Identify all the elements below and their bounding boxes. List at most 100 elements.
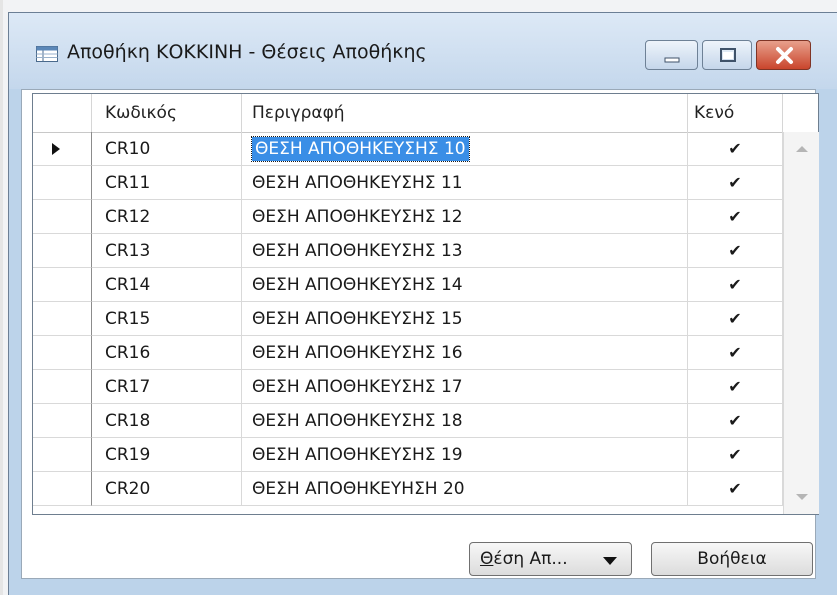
cell-code[interactable]: CR12 — [92, 200, 242, 234]
table-row[interactable]: CR10 ΘΕΣΗ ΑΠΟΘΗΚΕΥΣΗΣ 10 ✔ — [33, 132, 783, 166]
cell-description-text: ΘΕΣΗ ΑΠΟΘΗΚΕΥΣΗΣ 17 — [252, 377, 463, 397]
cell-description-text: ΘΕΣΗ ΑΠΟΘΗΚΕΥΣΗΣ 18 — [252, 411, 463, 431]
bin-menu-label: έση Απ... — [493, 549, 568, 569]
cell-description[interactable]: ΘΕΣΗ ΑΠΟΘΗΚΕΥΣΗΣ 14 — [242, 268, 688, 302]
table-row[interactable]: CR14 ΘΕΣΗ ΑΠΟΘΗΚΕΥΣΗΣ 14 ✔ — [33, 268, 783, 302]
cell-code[interactable]: CR20 — [92, 472, 242, 506]
checkmark-icon: ✔ — [728, 445, 742, 464]
cell-code[interactable]: CR11 — [92, 166, 242, 200]
table-row[interactable]: CR11 ΘΕΣΗ ΑΠΟΘΗΚΕΥΣΗΣ 11 ✔ — [33, 166, 783, 200]
table-form-icon — [36, 46, 58, 62]
checkmark-icon: ✔ — [728, 411, 742, 430]
row-selector[interactable] — [33, 336, 92, 370]
table-row[interactable]: CR16 ΘΕΣΗ ΑΠΟΘΗΚΕΥΣΗΣ 16 ✔ — [33, 336, 783, 370]
cell-description[interactable]: ΘΕΣΗ ΑΠΟΘΗΚΕΥΣΗΣ 17 — [242, 370, 688, 404]
cell-description[interactable]: ΘΕΣΗ ΑΠΟΘΗΚΕΥΗΣΗ 20 — [242, 472, 688, 506]
minimize-icon — [664, 57, 680, 63]
warehouse-bins-window: Αποθήκη ΚΟΚΚΙΝΗ - Θέσεις Αποθήκης Κωδικό… — [8, 12, 837, 595]
row-selector[interactable] — [33, 268, 92, 302]
cell-description[interactable]: ΘΕΣΗ ΑΠΟΘΗΚΕΥΣΗΣ 15 — [242, 302, 688, 336]
dropdown-arrow-icon — [603, 557, 617, 565]
cell-empty-checkbox[interactable]: ✔ — [688, 132, 783, 166]
table-row[interactable]: CR15 ΘΕΣΗ ΑΠΟΘΗΚΕΥΣΗΣ 15 ✔ — [33, 302, 783, 336]
checkmark-icon: ✔ — [728, 173, 742, 192]
cell-code[interactable]: CR17 — [92, 370, 242, 404]
close-button[interactable] — [756, 40, 811, 70]
checkmark-icon: ✔ — [728, 343, 742, 362]
title-bar[interactable]: Αποθήκη ΚΟΚΚΙΝΗ - Θέσεις Αποθήκης — [9, 13, 837, 89]
row-selector[interactable] — [33, 472, 92, 506]
checkmark-icon: ✔ — [728, 309, 742, 328]
cell-description-text: ΘΕΣΗ ΑΠΟΘΗΚΕΥΣΗΣ 14 — [252, 275, 463, 295]
cell-description[interactable]: ΘΕΣΗ ΑΠΟΘΗΚΕΥΣΗΣ 10 — [242, 132, 688, 166]
maximize-icon — [720, 48, 736, 62]
cell-description[interactable]: ΘΕΣΗ ΑΠΟΘΗΚΕΥΣΗΣ 18 — [242, 404, 688, 438]
cell-description[interactable]: ΘΕΣΗ ΑΠΟΘΗΚΕΥΣΗΣ 12 — [242, 200, 688, 234]
row-selector[interactable] — [33, 200, 92, 234]
maximize-button[interactable] — [702, 40, 752, 70]
cell-empty-checkbox[interactable]: ✔ — [688, 166, 783, 200]
grid-header: Κωδικός Περιγραφή Κενό — [33, 94, 818, 133]
cell-code[interactable]: CR18 — [92, 404, 242, 438]
row-selector[interactable] — [33, 234, 92, 268]
table-row[interactable]: CR18 ΘΕΣΗ ΑΠΟΘΗΚΕΥΣΗΣ 18 ✔ — [33, 404, 783, 438]
row-selector[interactable] — [33, 166, 92, 200]
help-button[interactable]: Βοήθεια — [651, 542, 813, 576]
minimize-button[interactable] — [645, 40, 698, 70]
cell-code[interactable]: CR16 — [92, 336, 242, 370]
cell-description-text: ΘΕΣΗ ΑΠΟΘΗΚΕΥΣΗΣ 19 — [252, 445, 463, 465]
scroll-up-arrow-icon[interactable] — [796, 146, 808, 152]
column-header-empty[interactable]: Κενό — [688, 94, 783, 132]
cell-description[interactable]: ΘΕΣΗ ΑΠΟΘΗΚΕΥΣΗΣ 13 — [242, 234, 688, 268]
table-row[interactable]: CR20 ΘΕΣΗ ΑΠΟΘΗΚΕΥΗΣΗ 20 ✔ — [33, 472, 783, 506]
cell-description-text: ΘΕΣΗ ΑΠΟΘΗΚΕΥΣΗΣ 15 — [252, 309, 463, 329]
checkmark-icon: ✔ — [728, 377, 742, 396]
cell-empty-checkbox[interactable]: ✔ — [688, 234, 783, 268]
cell-description-text: ΘΕΣΗ ΑΠΟΘΗΚΕΥΣΗΣ 12 — [252, 207, 463, 227]
cell-empty-checkbox[interactable]: ✔ — [688, 200, 783, 234]
table-row[interactable]: CR13 ΘΕΣΗ ΑΠΟΘΗΚΕΥΣΗΣ 13 ✔ — [33, 234, 783, 268]
row-selector[interactable] — [33, 302, 92, 336]
window-title: Αποθήκη ΚΟΚΚΙΝΗ - Θέσεις Αποθήκης — [67, 41, 427, 63]
cell-code[interactable]: CR15 — [92, 302, 242, 336]
row-selector[interactable] — [33, 404, 92, 438]
cell-code[interactable]: CR13 — [92, 234, 242, 268]
row-selector[interactable] — [33, 132, 92, 166]
bin-menu-button[interactable]: Θέση Απ... — [469, 542, 632, 576]
cell-empty-checkbox[interactable]: ✔ — [688, 404, 783, 438]
bins-grid: Κωδικός Περιγραφή Κενό CR10 ΘΕΣΗ ΑΠΟΘΗΚΕΥ… — [32, 93, 819, 515]
checkmark-icon: ✔ — [728, 275, 742, 294]
column-header-description[interactable]: Περιγραφή — [242, 94, 688, 132]
cell-description[interactable]: ΘΕΣΗ ΑΠΟΘΗΚΕΥΣΗΣ 19 — [242, 438, 688, 472]
cell-description[interactable]: ΘΕΣΗ ΑΠΟΘΗΚΕΥΣΗΣ 16 — [242, 336, 688, 370]
scroll-down-arrow-icon[interactable] — [796, 494, 808, 500]
vertical-scrollbar[interactable] — [783, 132, 819, 514]
window-bottom-frame — [9, 585, 837, 595]
cell-description-text: ΘΕΣΗ ΑΠΟΘΗΚΕΥΣΗΣ 16 — [252, 343, 463, 363]
row-selector[interactable] — [33, 438, 92, 472]
bin-menu-accelerator: Θ — [480, 549, 494, 569]
cell-description-text: ΘΕΣΗ ΑΠΟΘΗΚΕΥΣΗΣ 10 — [251, 136, 470, 162]
cell-description-text: ΘΕΣΗ ΑΠΟΘΗΚΕΥΣΗΣ 11 — [252, 173, 463, 193]
cell-description-text: ΘΕΣΗ ΑΠΟΘΗΚΕΥΣΗΣ 13 — [252, 241, 463, 261]
cell-empty-checkbox[interactable]: ✔ — [688, 268, 783, 302]
checkmark-icon: ✔ — [728, 207, 742, 226]
table-row[interactable]: CR19 ΘΕΣΗ ΑΠΟΘΗΚΕΥΣΗΣ 19 ✔ — [33, 438, 783, 472]
row-selector[interactable] — [33, 370, 92, 404]
cell-empty-checkbox[interactable]: ✔ — [688, 302, 783, 336]
current-row-pointer-icon — [52, 143, 60, 155]
cell-code[interactable]: CR10 — [92, 132, 242, 166]
selector-column-header — [33, 94, 92, 132]
table-row[interactable]: CR12 ΘΕΣΗ ΑΠΟΘΗΚΕΥΣΗΣ 12 ✔ — [33, 200, 783, 234]
cell-empty-checkbox[interactable]: ✔ — [688, 370, 783, 404]
cell-code[interactable]: CR14 — [92, 268, 242, 302]
cell-description[interactable]: ΘΕΣΗ ΑΠΟΘΗΚΕΥΣΗΣ 11 — [242, 166, 688, 200]
background-edge — [0, 0, 3, 595]
column-header-code[interactable]: Κωδικός — [92, 94, 242, 132]
cell-empty-checkbox[interactable]: ✔ — [688, 472, 783, 506]
cell-code[interactable]: CR19 — [92, 438, 242, 472]
cell-empty-checkbox[interactable]: ✔ — [688, 438, 783, 472]
close-icon — [776, 47, 793, 64]
table-row[interactable]: CR17 ΘΕΣΗ ΑΠΟΘΗΚΕΥΣΗΣ 17 ✔ — [33, 370, 783, 404]
cell-empty-checkbox[interactable]: ✔ — [688, 336, 783, 370]
